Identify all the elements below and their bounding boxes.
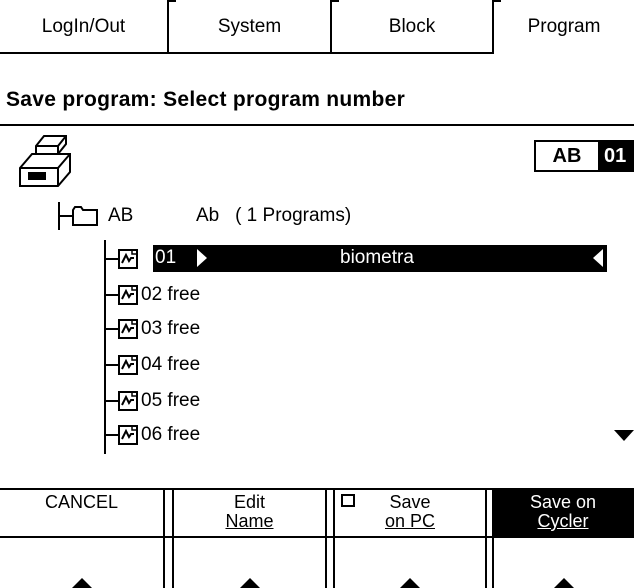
tree-branch <box>104 294 118 296</box>
tab-block[interactable]: Block <box>330 0 492 54</box>
program-file-icon <box>118 285 138 305</box>
hardware-key-row <box>0 536 634 588</box>
block-program-indicator: AB 01 <box>534 140 634 172</box>
program-row-selected[interactable]: 01 biometra <box>153 245 607 272</box>
tree-branch <box>104 258 118 260</box>
folder-icon <box>72 206 98 226</box>
tree-branch <box>104 328 118 330</box>
tab-label: System <box>217 16 282 37</box>
tree-branch <box>60 215 72 217</box>
program-row[interactable]: 06 free <box>104 420 200 450</box>
title-divider <box>0 124 634 126</box>
tab-label: LogIn/Out <box>41 16 126 37</box>
tab-corner-tick <box>330 0 339 9</box>
program-label: 03 free <box>141 318 201 339</box>
folder-description: Ab ( 1 Programs) <box>196 205 352 226</box>
cancel-label: CANCEL <box>44 492 119 512</box>
triangle-up-icon <box>398 578 422 588</box>
tab-corner-tick <box>492 0 501 9</box>
triangle-up-icon <box>552 578 576 588</box>
tab-label: Program <box>527 16 601 37</box>
hardware-key-3[interactable] <box>333 538 487 588</box>
pc-icon <box>341 494 355 507</box>
edit-name-button[interactable]: Edit Name <box>172 490 327 536</box>
program-row[interactable]: 05 free <box>104 386 200 416</box>
program-number: 01 <box>155 247 177 268</box>
program-label: 05 free <box>141 390 201 411</box>
save-on-cycler-button[interactable]: Save on Cycler <box>492 490 634 536</box>
block-label: AB <box>536 142 598 170</box>
edit-name-label-2: Name <box>225 511 274 531</box>
program-row[interactable]: 04 free <box>104 350 200 380</box>
softkey-bar: CANCEL Edit Name Save on PC Save on Cycl… <box>0 488 634 536</box>
edit-name-label-1: Edit <box>233 492 266 512</box>
hardware-key-4[interactable] <box>492 538 634 588</box>
tab-system[interactable]: System <box>167 0 330 54</box>
program-label: 02 free <box>141 284 201 305</box>
save-on-cycler-label-2: Cycler <box>537 511 589 531</box>
tree-branch <box>104 364 118 366</box>
scroll-down-icon[interactable] <box>614 430 634 441</box>
program-file-icon <box>118 355 138 375</box>
arrow-left-icon <box>593 249 603 267</box>
program-file-icon <box>118 319 138 339</box>
hardware-key-2[interactable] <box>172 538 327 588</box>
hardware-key-1[interactable] <box>0 538 165 588</box>
program-row[interactable]: 02 free <box>104 280 200 310</box>
triangle-up-icon <box>69 578 94 588</box>
tab-label: Block <box>388 16 436 37</box>
cancel-button[interactable]: CANCEL <box>0 490 165 536</box>
tab-login-out[interactable]: LogIn/Out <box>0 0 167 54</box>
page-title: Save program: Select program number <box>6 88 406 111</box>
folder-name: AB <box>108 205 134 226</box>
triangle-up-icon <box>237 578 262 588</box>
program-file-icon <box>118 425 138 445</box>
tree-branch <box>104 434 118 436</box>
tab-bar: LogIn/Out System Block Program <box>0 0 634 58</box>
arrow-right-icon <box>197 249 207 267</box>
save-on-pc-label-1: Save <box>389 492 431 512</box>
program-number-label: 01 <box>598 142 634 170</box>
tree-branch <box>104 400 118 402</box>
program-file-icon <box>118 391 138 411</box>
program-label: 06 free <box>141 424 201 445</box>
save-on-pc-label-2: on PC <box>384 511 436 531</box>
tab-program[interactable]: Program <box>492 0 634 54</box>
save-on-cycler-label-1: Save on <box>529 492 597 512</box>
program-row[interactable]: 03 free <box>104 314 200 344</box>
tab-corner-tick <box>167 0 176 9</box>
folder-item[interactable]: AB Ab ( 1 Programs) <box>58 202 351 230</box>
program-row-selected-icon <box>104 244 141 274</box>
save-on-pc-button[interactable]: Save on PC <box>333 490 487 536</box>
program-name: biometra <box>340 247 414 268</box>
program-file-icon <box>118 249 138 269</box>
program-label: 04 free <box>141 354 201 375</box>
thermocycler-icon <box>19 135 71 187</box>
